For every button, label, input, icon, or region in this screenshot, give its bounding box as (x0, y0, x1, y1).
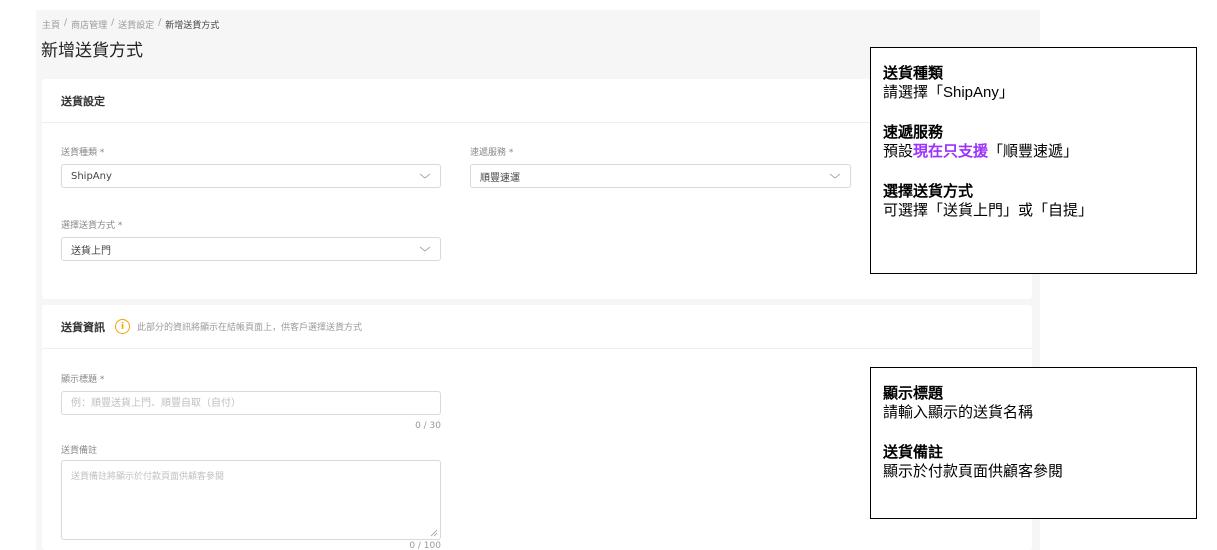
shipping-type-select[interactable]: ShipAny (61, 164, 441, 188)
remark-counter: 0 / 100 (409, 541, 441, 550)
shipping-info-hint: 此部分的資訊將顯示在結帳頁面上，供客戶選擇送貨方式 (137, 323, 363, 333)
shipping-info-title: 送貨資訊 (61, 320, 105, 334)
info-circle-icon: i (115, 319, 130, 334)
annotation-title: 顯示標題 (883, 385, 944, 402)
chevron-down-icon (419, 173, 431, 179)
shipping-type-label: 送貨種類 * (61, 148, 105, 158)
courier-service-value: 順豐速運 (480, 172, 520, 184)
delivery-method-label: 選擇送貨方式 * (61, 221, 123, 231)
annotation-title: 送貨種類 (883, 65, 944, 82)
annotation-text: 請選擇「ShipAny」 (883, 84, 1014, 101)
shipping-settings-title: 送貨設定 (61, 94, 105, 108)
breadcrumb-separator: / (158, 18, 162, 28)
breadcrumb-shipping-settings[interactable]: 送貨設定 (118, 18, 154, 31)
annotation-title: 選擇送貨方式 (883, 183, 974, 200)
delivery-method-value: 送貨上門 (71, 245, 111, 257)
page-title: 新增送貨方式 (41, 41, 143, 61)
delivery-method-select[interactable]: 送貨上門 (61, 237, 441, 261)
courier-service-select[interactable]: 順豐速運 (470, 164, 851, 188)
annotation-text-part: 預設 (883, 143, 914, 160)
annotation-highlight: 現在只支援 (913, 143, 989, 160)
annotation-text: 請輸入顯示的送貨名稱 (883, 404, 1034, 421)
breadcrumb-separator: / (111, 18, 115, 28)
annotation-title: 速遞服務 (883, 124, 944, 141)
chevron-down-icon (829, 173, 841, 179)
remark-label: 送貨備註 (61, 446, 98, 456)
chevron-down-icon (419, 246, 431, 252)
display-title-counter: 0 / 30 (415, 421, 441, 431)
annotation-text: 顯示於付款頁面供顧客參閱 (883, 463, 1064, 480)
annotation-shipping-info: 顯示標題 請輸入顯示的送貨名稱 送貨備註 顯示於付款頁面供顧客參閱 (870, 367, 1197, 519)
breadcrumb-separator: / (64, 18, 68, 28)
annotation-text: 預設現在只支援「順豐速遞」 (883, 142, 1184, 161)
annotation-text: 可選擇「送貨上門」或「自提」 (883, 202, 1094, 219)
breadcrumb-store-management[interactable]: 商店管理 (71, 18, 107, 31)
shipping-type-value: ShipAny (71, 170, 112, 182)
breadcrumb-home[interactable]: 主頁 (42, 18, 60, 31)
remark-textarea[interactable] (61, 460, 441, 540)
breadcrumb-current: 新增送貨方式 (165, 21, 220, 31)
display-title-input[interactable] (61, 391, 441, 415)
annotation-shipping-settings: 送貨種類 請選擇「ShipAny」 速遞服務 預設現在只支援「順豐速遞」 選擇送… (870, 47, 1197, 274)
breadcrumb: 主頁 / 商店管理 / 送貨設定 / 新增送貨方式 (42, 18, 219, 31)
resize-grip-icon[interactable] (430, 529, 438, 537)
annotation-title: 送貨備註 (883, 444, 944, 461)
courier-service-label: 速遞服務 * (470, 148, 514, 158)
shipping-info-header: 送貨資訊 i 此部分的資訊將顯示在結帳頁面上，供客戶選擇送貨方式 (42, 305, 1032, 349)
annotation-text-part: 「順豐速遞」 (988, 143, 1079, 160)
display-title-label: 顯示標題 * (61, 375, 105, 385)
